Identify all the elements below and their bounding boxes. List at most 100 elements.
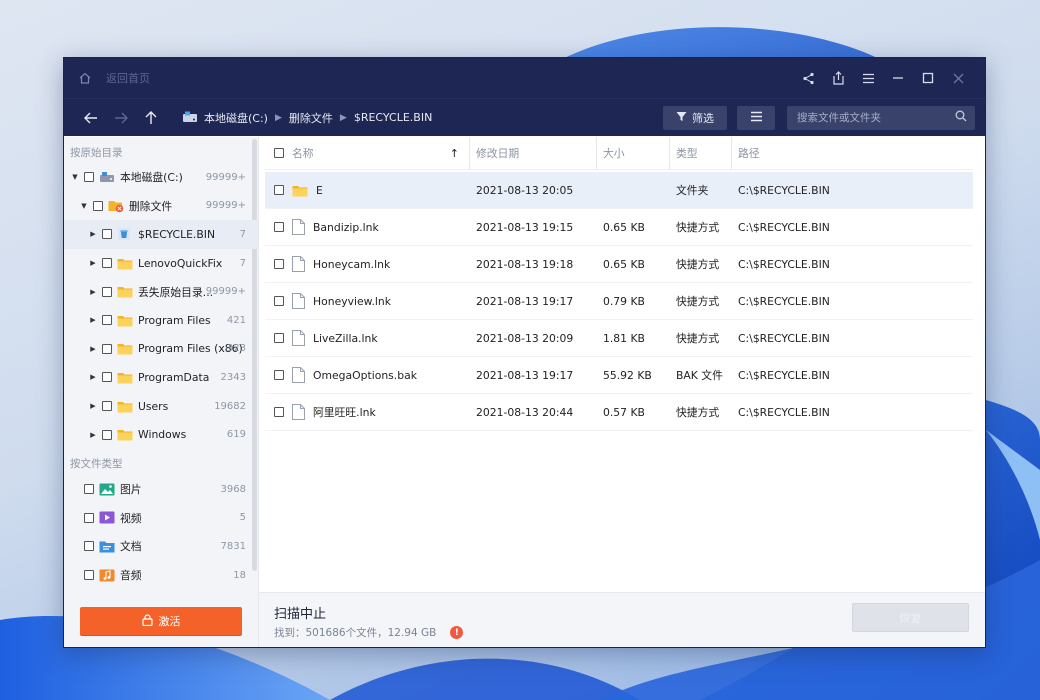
column-size[interactable]: 大小 <box>596 136 669 170</box>
column-date[interactable]: 修改日期 <box>469 136 596 170</box>
file-type: 快捷方式 <box>676 406 720 419</box>
file-type-checkbox[interactable] <box>84 484 94 495</box>
tree-item-checkbox[interactable] <box>102 372 112 383</box>
file-type-checkbox[interactable] <box>84 541 94 552</box>
scan-stats: 找到：501686个文件，12.94 GB ! <box>274 625 464 640</box>
home-icon[interactable] <box>76 69 94 87</box>
caret-right-icon[interactable]: ▶ <box>88 259 98 267</box>
back-home-link[interactable]: 返回首页 <box>106 70 150 86</box>
tree-item-checkbox[interactable] <box>102 258 112 269</box>
column-type[interactable]: 类型 <box>669 136 731 170</box>
audio-icon <box>99 568 115 582</box>
tree-item[interactable]: ▶ Program Files 421 <box>64 306 258 335</box>
table-row[interactable]: E 2021-08-13 20:05 文件夹 C:\$RECYCLE.BIN <box>265 172 973 209</box>
table-row[interactable]: Bandizip.lnk 2021-08-13 19:15 0.65 KB 快捷方式 C… <box>265 209 973 246</box>
file-type: 文件夹 <box>676 184 709 197</box>
file-type-item[interactable]: 视频 5 <box>64 504 258 533</box>
close-icon[interactable] <box>943 64 973 92</box>
sort-ascending-icon[interactable]: ↑ <box>450 147 459 160</box>
tree-item-checkbox[interactable] <box>102 401 112 412</box>
activate-button[interactable]: 激活 <box>80 607 242 635</box>
back-arrow-icon[interactable] <box>76 103 106 133</box>
breadcrumb-item-drive[interactable]: 本地磁盘(C:) <box>204 110 268 126</box>
file-type-count: 3968 <box>220 483 246 495</box>
share-icon[interactable] <box>793 64 823 92</box>
folder-icon <box>117 399 133 413</box>
caret-right-icon[interactable]: ▶ <box>88 316 98 324</box>
tree-item[interactable]: ▼ 删除文件 99999+ <box>64 192 258 221</box>
tree-item-checkbox[interactable] <box>102 343 112 354</box>
file-type-checkbox[interactable] <box>84 570 94 581</box>
recover-button[interactable]: 恢复 <box>852 603 969 632</box>
tree-item[interactable]: ▶ 丢失原始目录... 99999+ <box>64 277 258 306</box>
tree-item[interactable]: ▶ LenovoQuickFix 7 <box>64 249 258 278</box>
select-all-checkbox[interactable] <box>274 148 284 158</box>
file-type-item[interactable]: 音频 18 <box>64 561 258 590</box>
table-row[interactable]: Honeyview.lnk 2021-08-13 19:17 0.79 KB 快捷方式… <box>265 283 973 320</box>
table-row[interactable]: LiveZilla.lnk 2021-08-13 20:09 1.81 KB 快捷方式… <box>265 320 973 357</box>
menu-icon[interactable] <box>853 64 883 92</box>
column-path[interactable]: 路径 <box>731 136 931 170</box>
caret-right-icon[interactable]: ▶ <box>88 345 98 353</box>
table-row[interactable]: 阿里旺旺.lnk 2021-08-13 20:44 0.57 KB 快捷方式 C:\$R… <box>265 394 973 431</box>
file-name: LiveZilla.lnk <box>313 331 378 345</box>
caret-right-icon[interactable]: ▶ <box>88 230 98 238</box>
view-menu-button[interactable] <box>737 105 775 130</box>
table-row[interactable]: Honeycam.lnk 2021-08-13 19:18 0.65 KB 快捷方式 C… <box>265 246 973 283</box>
file-list-panel: 名称 ↑ 修改日期 大小 类型 路径 E 2021-08-13 20:05 文件夹 C… <box>259 136 985 647</box>
folder-icon <box>117 370 133 384</box>
caret-down-icon[interactable]: ▼ <box>79 202 89 210</box>
caret-right-icon[interactable]: ▶ <box>88 373 98 381</box>
export-icon[interactable] <box>823 64 853 92</box>
file-type-checkbox[interactable] <box>84 512 94 523</box>
file-type-label: 文档 <box>120 540 142 554</box>
file-type-label: 视频 <box>120 511 142 525</box>
breadcrumb-item-recycle[interactable]: $RECYCLE.BIN <box>354 111 432 124</box>
table-row[interactable]: OmegaOptions.bak 2021-08-13 19:17 55.92 KB… <box>265 357 973 394</box>
file-type-item[interactable]: 文档 7831 <box>64 532 258 561</box>
file-type-item[interactable]: 图片 3968 <box>64 475 258 504</box>
tree-item[interactable]: ▶ ProgramData 2343 <box>64 363 258 392</box>
tree-item[interactable]: ▶ $RECYCLE.BIN 7 <box>64 220 258 249</box>
tree-item[interactable]: ▶ Windows 619 <box>64 420 258 449</box>
row-checkbox[interactable] <box>274 370 284 380</box>
tree-item-checkbox[interactable] <box>102 429 112 440</box>
caret-down-icon[interactable]: ▼ <box>70 173 80 181</box>
tree-item-checkbox[interactable] <box>93 200 103 211</box>
tree-item[interactable]: ▼ 本地磁盘(C:) 99999+ <box>64 163 258 192</box>
tree-item-count: 2343 <box>220 371 246 383</box>
tree-item-count: 99999+ <box>205 200 246 212</box>
file-date: 2021-08-13 20:44 <box>476 405 574 419</box>
tree-item[interactable]: ▶ Program Files (x86) 323 <box>64 335 258 364</box>
caret-right-icon[interactable]: ▶ <box>88 288 98 296</box>
warning-icon[interactable]: ! <box>450 626 464 639</box>
caret-right-icon[interactable]: ▶ <box>88 402 98 410</box>
row-checkbox[interactable] <box>274 333 284 343</box>
title-bar: 返回首页 <box>64 58 985 98</box>
search-box <box>787 105 975 130</box>
row-checkbox[interactable] <box>274 222 284 232</box>
tree-item-count: 7 <box>239 257 246 269</box>
drive-icon <box>182 111 198 124</box>
caret-right-icon[interactable]: ▶ <box>88 431 98 439</box>
breadcrumb-item-deleted[interactable]: 删除文件 <box>289 110 333 126</box>
tree-item-checkbox[interactable] <box>102 315 112 326</box>
maximize-icon[interactable] <box>913 64 943 92</box>
forward-arrow-icon[interactable] <box>106 103 136 133</box>
up-arrow-icon[interactable] <box>136 103 166 133</box>
search-icon[interactable] <box>955 110 967 125</box>
column-name[interactable]: 名称 ↑ <box>265 137 469 170</box>
row-checkbox[interactable] <box>274 259 284 269</box>
tree-item-checkbox[interactable] <box>84 172 94 183</box>
tree-item-checkbox[interactable] <box>102 229 112 240</box>
row-checkbox[interactable] <box>274 407 284 417</box>
tree-item-checkbox[interactable] <box>102 286 112 297</box>
filter-button[interactable]: 筛选 <box>663 105 727 130</box>
file-icon <box>292 404 313 420</box>
minimize-icon[interactable] <box>883 64 913 92</box>
search-input[interactable] <box>797 111 955 124</box>
tree-item[interactable]: ▶ Users 19682 <box>64 392 258 421</box>
row-checkbox[interactable] <box>274 185 284 195</box>
folder-icon <box>117 256 133 270</box>
row-checkbox[interactable] <box>274 296 284 306</box>
